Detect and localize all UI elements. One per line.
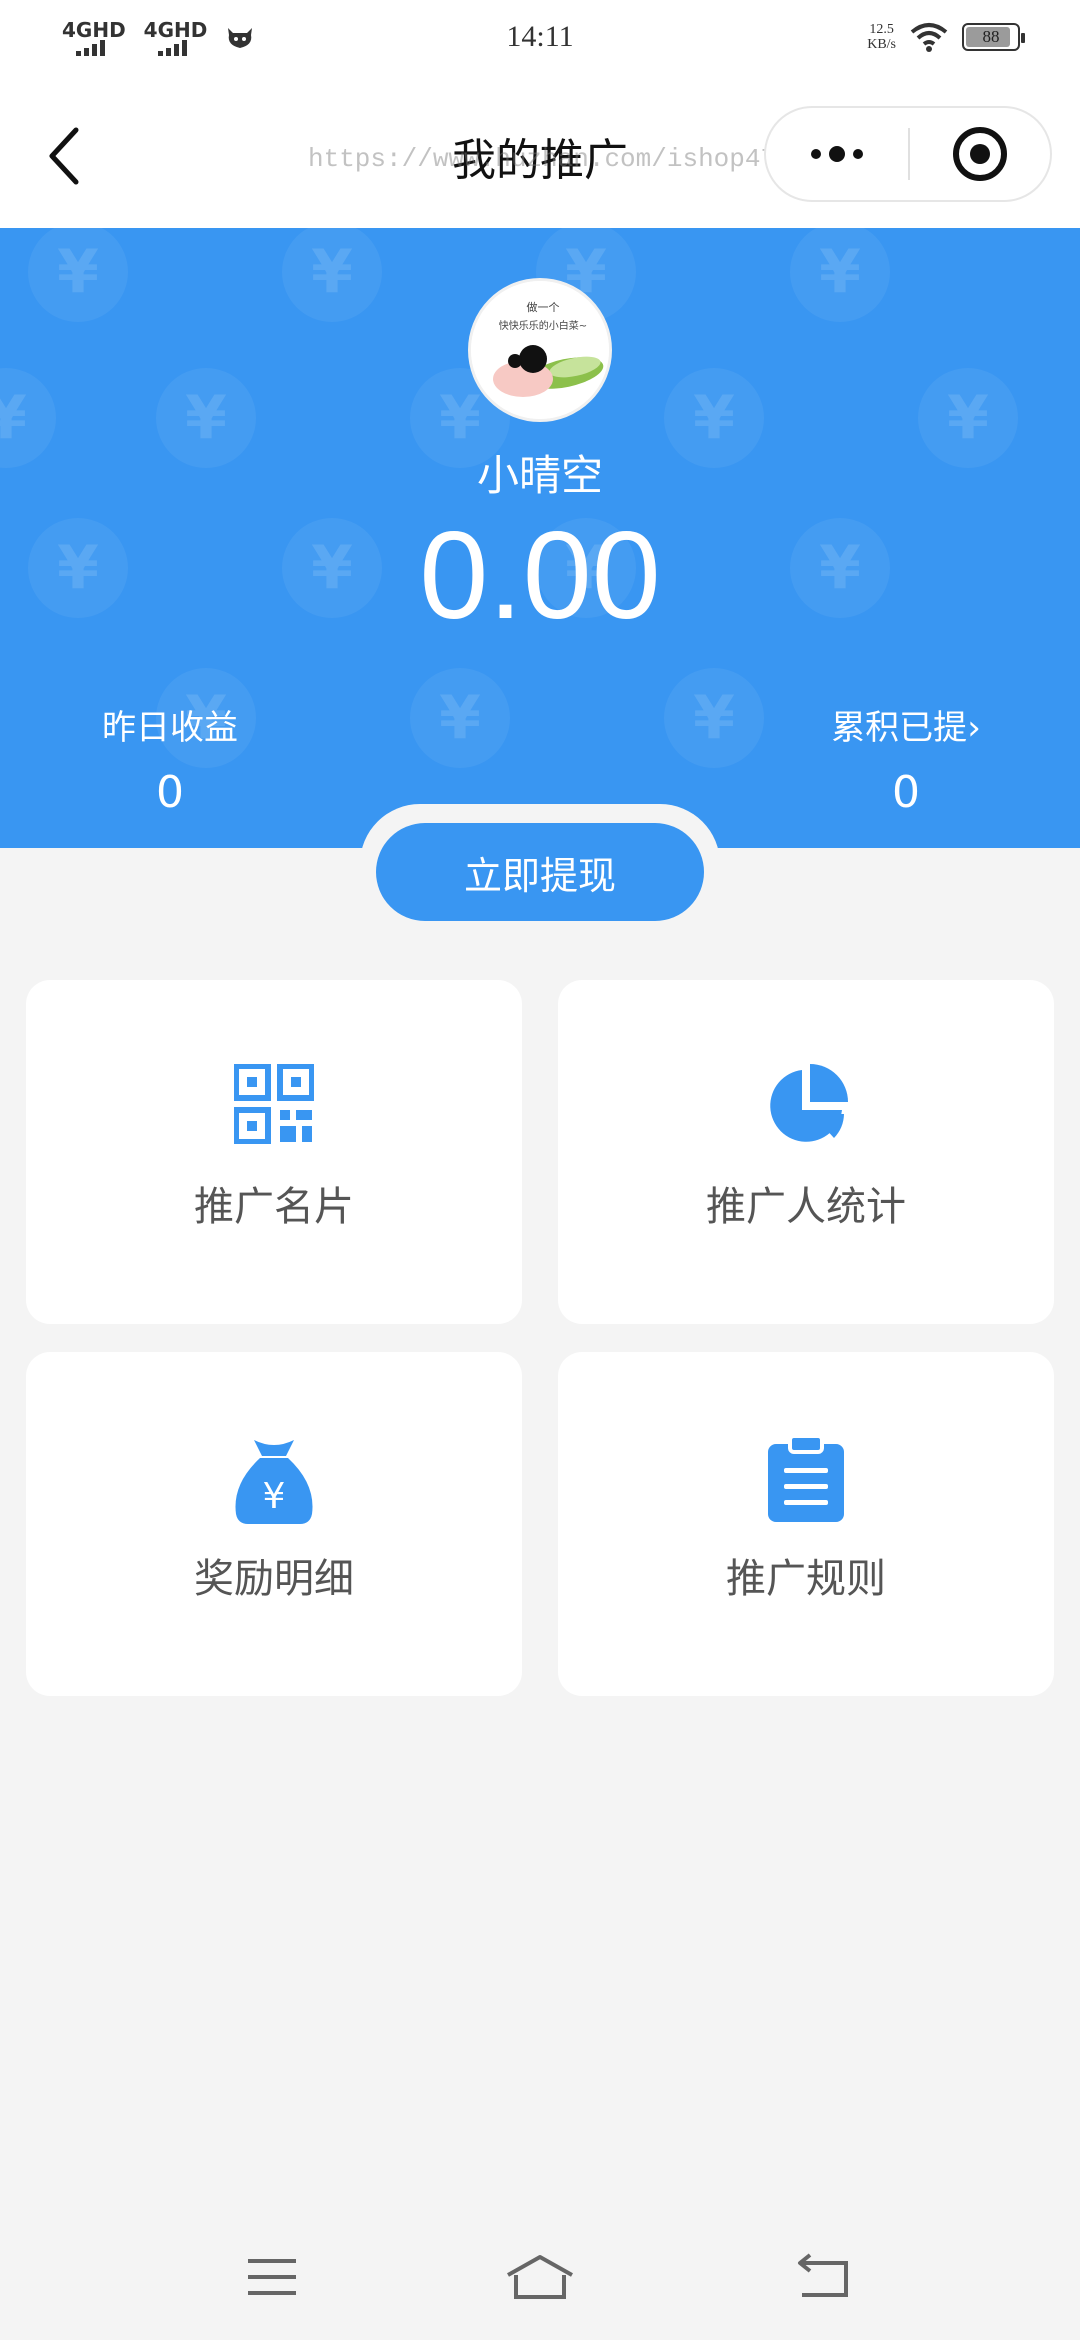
avatar-image: 做一个 快快乐乐的小白菜~	[471, 281, 609, 419]
home-button[interactable]	[500, 2242, 580, 2312]
money-bag-icon: ¥	[235, 1440, 313, 1524]
qr-code-icon	[234, 1064, 314, 1144]
card-label: 推广名片	[194, 1184, 354, 1230]
withdrawn-label[interactable]: 累积已提›	[826, 700, 986, 749]
menu-icon	[248, 2259, 296, 2295]
mini-program-capsule	[764, 106, 1052, 202]
card-promo-rules[interactable]: 推广规则	[558, 1352, 1054, 1696]
yen-bg-icon: ¥	[28, 228, 128, 322]
wifi-icon	[910, 23, 948, 52]
more-dot-icon	[811, 149, 821, 159]
earnings-header: ¥ ¥ ¥ ¥ ¥ ¥ ¥ ¥ ¥ ¥ ¥ ¥ ¥ ¥ ¥ ¥ 做一个 快快乐乐…	[0, 228, 1080, 848]
watermark-text: https://www.huzhan.com/ishop47855	[308, 144, 823, 174]
network-speed: 12.5 KB/s	[867, 22, 896, 52]
yesterday-earnings: 昨日收益 0	[100, 700, 240, 818]
return-icon	[798, 2253, 848, 2297]
battery-level: 88	[982, 27, 1000, 46]
yesterday-label: 昨日收益	[102, 708, 238, 748]
username: 小晴空	[476, 451, 603, 500]
withdrawn-value: 0	[892, 767, 920, 818]
yen-bg-icon: ¥	[790, 228, 890, 322]
card-reward-details[interactable]: ¥ 奖励明细	[26, 1352, 522, 1696]
svg-text:¥: ¥	[263, 1476, 286, 1517]
total-withdrawn[interactable]: 累积已提› 0	[826, 700, 986, 818]
card-referral-stats[interactable]: 推广人统计	[558, 980, 1054, 1324]
yesterday-value: 0	[156, 767, 184, 818]
target-icon	[953, 127, 1007, 181]
menu-button[interactable]	[232, 2242, 312, 2312]
more-dot-icon	[829, 146, 845, 162]
chevron-right-icon: ›	[967, 708, 981, 748]
home-icon	[507, 2255, 573, 2299]
more-button[interactable]	[766, 108, 908, 200]
yen-bg-icon: ¥	[282, 228, 382, 322]
card-label: 奖励明细	[194, 1556, 354, 1602]
battery-icon: 88	[962, 23, 1025, 51]
nav-bar: 我的推广 https://www.huzhan.com/ishop47855	[0, 80, 1080, 228]
svg-text:快快乐乐的小白菜~: 快快乐乐的小白菜~	[499, 319, 587, 332]
close-mini-program-button[interactable]	[910, 108, 1050, 200]
system-nav-bar	[0, 2220, 1080, 2340]
card-label: 推广人统计	[706, 1184, 906, 1230]
more-dot-icon	[853, 149, 863, 159]
yen-bg-icon: ¥	[410, 668, 510, 768]
avatar[interactable]: 做一个 快快乐乐的小白菜~	[468, 278, 612, 422]
card-promo-card[interactable]: 推广名片	[26, 980, 522, 1324]
svg-text:做一个: 做一个	[527, 300, 560, 314]
balance-amount: 0.00	[419, 507, 661, 645]
card-label: 推广规则	[726, 1556, 886, 1602]
withdraw-button[interactable]: 立即提现	[376, 823, 704, 921]
pie-chart-icon	[770, 1064, 848, 1142]
yen-bg-icon: ¥	[664, 668, 764, 768]
clipboard-icon	[768, 1436, 844, 1522]
back-system-button[interactable]	[784, 2242, 864, 2312]
status-bar: 4GHD 4GHD 14:11 12.5 KB/s 88	[0, 0, 1080, 80]
